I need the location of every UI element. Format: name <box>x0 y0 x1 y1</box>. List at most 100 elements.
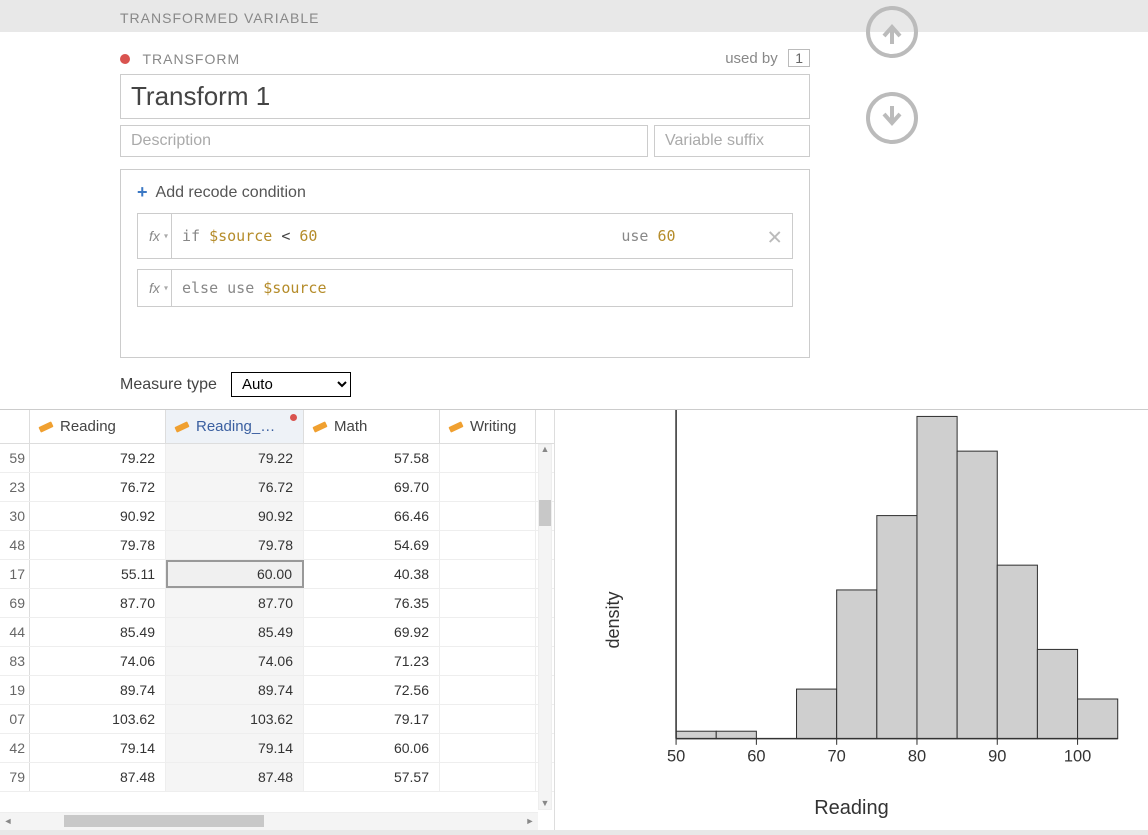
table-cell[interactable]: 76.72 <box>30 473 166 501</box>
table-cell[interactable] <box>440 618 536 646</box>
x-tick-label: 50 <box>667 747 685 765</box>
row-number: 59 <box>0 444 30 472</box>
recode-condition-input[interactable]: if $source < 60 use 60 ✕ <box>171 213 793 259</box>
horizontal-scroll-thumb[interactable] <box>64 815 264 827</box>
recode-else-input[interactable]: else use $source <box>171 269 793 307</box>
scroll-left-arrow-icon[interactable]: ◄ <box>0 812 16 830</box>
table-cell[interactable]: 89.74 <box>30 676 166 704</box>
fx-dropdown-button[interactable]: fx <box>137 269 171 307</box>
fx-dropdown-button[interactable]: fx <box>137 213 171 259</box>
histogram-bar <box>997 565 1037 738</box>
column-header-writing[interactable]: Writing <box>440 410 536 443</box>
add-recode-condition-button[interactable]: + Add recode condition <box>137 182 793 203</box>
scroll-up-arrow-icon[interactable]: ▲ <box>538 442 552 456</box>
histogram-bar <box>837 590 877 739</box>
table-cell[interactable]: 72.56 <box>304 676 440 704</box>
table-cell[interactable] <box>440 473 536 501</box>
data-table: Reading Reading_… Math Writing 5979.2279… <box>0 410 555 830</box>
table-cell[interactable]: 55.11 <box>30 560 166 588</box>
ruler-icon <box>448 419 464 435</box>
table-row[interactable]: 4279.1479.1460.06 <box>0 734 554 763</box>
table-cell[interactable]: 60.06 <box>304 734 440 762</box>
table-cell[interactable] <box>440 560 536 588</box>
table-cell[interactable]: 79.78 <box>30 531 166 559</box>
table-cell[interactable] <box>440 705 536 733</box>
table-cell[interactable]: 79.14 <box>166 734 304 762</box>
table-cell[interactable]: 87.70 <box>30 589 166 617</box>
table-cell[interactable]: 79.17 <box>304 705 440 733</box>
x-tick-label: 80 <box>908 747 926 765</box>
table-row[interactable]: 07103.62103.6279.17 <box>0 705 554 734</box>
table-row[interactable]: 1989.7489.7472.56 <box>0 676 554 705</box>
table-cell[interactable]: 103.62 <box>166 705 304 733</box>
table-cell[interactable]: 60.00 <box>166 560 304 588</box>
horizontal-scrollbar[interactable]: ◄ ► <box>0 812 538 830</box>
table-cell[interactable]: 76.72 <box>166 473 304 501</box>
table-cell[interactable]: 74.06 <box>30 647 166 675</box>
table-cell[interactable] <box>440 444 536 472</box>
vertical-scroll-thumb[interactable] <box>539 500 551 526</box>
table-cell[interactable]: 90.92 <box>166 502 304 530</box>
table-cell[interactable]: 66.46 <box>304 502 440 530</box>
row-number: 79 <box>0 763 30 791</box>
column-header-reading[interactable]: Reading <box>30 410 166 443</box>
table-cell[interactable]: 89.74 <box>166 676 304 704</box>
table-cell[interactable]: 87.48 <box>30 763 166 791</box>
nav-up-button[interactable] <box>866 6 918 58</box>
nav-down-button[interactable] <box>866 92 918 144</box>
table-cell[interactable]: 74.06 <box>166 647 304 675</box>
table-cell[interactable]: 69.70 <box>304 473 440 501</box>
table-cell[interactable]: 76.35 <box>304 589 440 617</box>
ruler-icon <box>174 419 190 435</box>
x-tick-label: 60 <box>747 747 765 765</box>
table-row[interactable]: 5979.2279.2257.58 <box>0 444 554 473</box>
table-cell[interactable]: 90.92 <box>30 502 166 530</box>
table-cell[interactable]: 79.22 <box>166 444 304 472</box>
table-cell[interactable]: 85.49 <box>30 618 166 646</box>
table-row[interactable]: 4879.7879.7854.69 <box>0 531 554 560</box>
column-header-math[interactable]: Math <box>304 410 440 443</box>
table-cell[interactable] <box>440 502 536 530</box>
table-cell[interactable] <box>440 531 536 559</box>
table-cell[interactable]: 57.57 <box>304 763 440 791</box>
table-cell[interactable]: 85.49 <box>166 618 304 646</box>
table-cell[interactable]: 87.48 <box>166 763 304 791</box>
table-cell[interactable]: 54.69 <box>304 531 440 559</box>
table-cell[interactable]: 69.92 <box>304 618 440 646</box>
remove-condition-button[interactable]: ✕ <box>768 222 782 250</box>
table-cell[interactable] <box>440 589 536 617</box>
vertical-scrollbar[interactable]: ▲ ▼ <box>538 444 552 810</box>
table-row[interactable]: 7987.4887.4857.57 <box>0 763 554 792</box>
table-cell[interactable]: 40.38 <box>304 560 440 588</box>
table-cell[interactable] <box>440 763 536 791</box>
table-row[interactable]: 6987.7087.7076.35 <box>0 589 554 618</box>
description-input[interactable] <box>120 125 648 157</box>
table-row[interactable]: 1755.1160.0040.38 <box>0 560 554 589</box>
table-row[interactable]: 3090.9290.9266.46 <box>0 502 554 531</box>
histogram-bar <box>877 516 917 739</box>
transform-name-input[interactable] <box>120 74 810 119</box>
table-cell[interactable] <box>440 647 536 675</box>
table-cell[interactable]: 57.58 <box>304 444 440 472</box>
table-cell[interactable]: 71.23 <box>304 647 440 675</box>
table-cell[interactable] <box>440 734 536 762</box>
row-number: 69 <box>0 589 30 617</box>
column-header-reading-transformed[interactable]: Reading_… <box>166 410 304 443</box>
table-row[interactable]: 4485.4985.4969.92 <box>0 618 554 647</box>
row-number: 19 <box>0 676 30 704</box>
table-cell[interactable]: 103.62 <box>30 705 166 733</box>
table-cell[interactable]: 79.78 <box>166 531 304 559</box>
table-cell[interactable]: 79.14 <box>30 734 166 762</box>
table-row[interactable]: 2376.7276.7269.70 <box>0 473 554 502</box>
scroll-down-arrow-icon[interactable]: ▼ <box>538 796 552 810</box>
scroll-right-arrow-icon[interactable]: ► <box>522 812 538 830</box>
measure-type-label: Measure type <box>120 376 217 394</box>
variable-suffix-input[interactable] <box>654 125 810 157</box>
table-cell[interactable]: 79.22 <box>30 444 166 472</box>
modified-dot-icon <box>290 414 297 421</box>
recode-conditions-panel: + Add recode condition fx if $source < 6… <box>120 169 810 358</box>
measure-type-select[interactable]: Auto <box>231 372 351 397</box>
table-cell[interactable]: 87.70 <box>166 589 304 617</box>
table-row[interactable]: 8374.0674.0671.23 <box>0 647 554 676</box>
table-cell[interactable] <box>440 676 536 704</box>
